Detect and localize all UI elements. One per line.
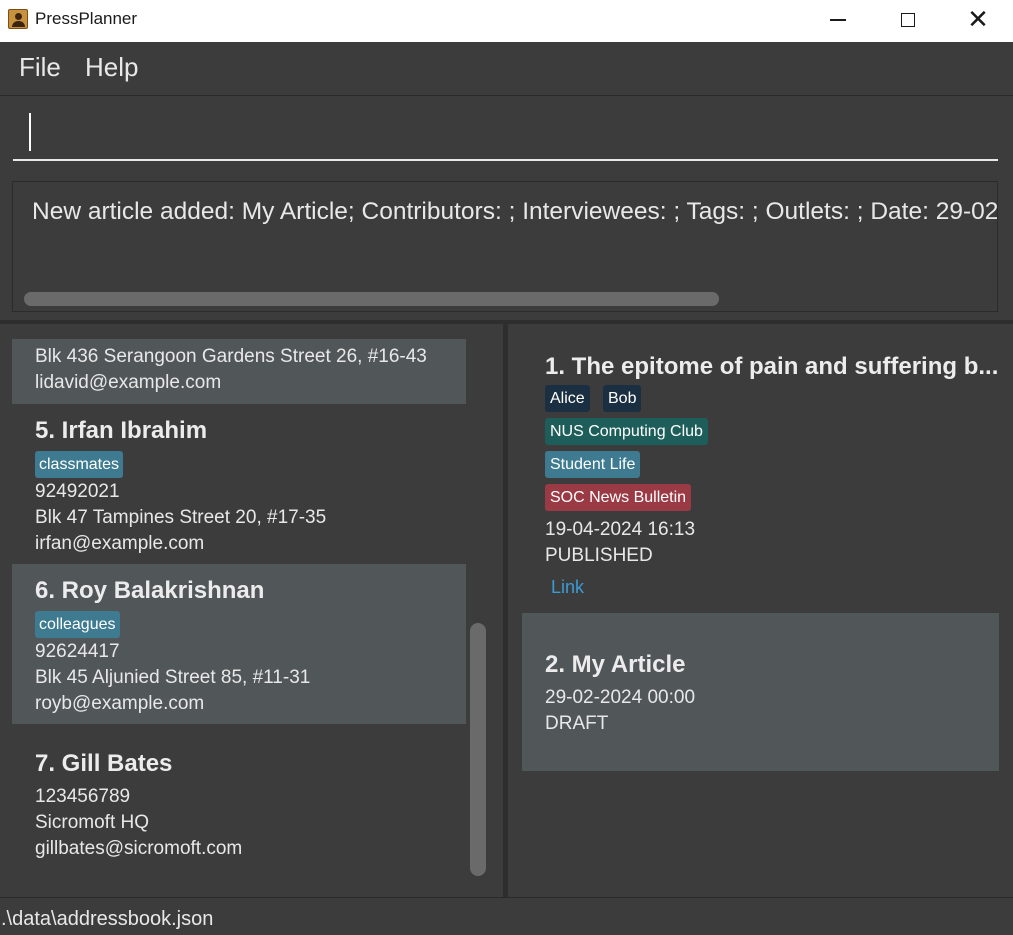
- maximize-button[interactable]: [873, 0, 943, 40]
- person-tag: classmates: [35, 451, 124, 478]
- minimize-button[interactable]: [803, 0, 873, 40]
- article-link[interactable]: Link: [551, 577, 584, 598]
- close-button[interactable]: ✕: [943, 0, 1013, 40]
- menu-file[interactable]: File: [19, 52, 61, 83]
- command-input[interactable]: [13, 103, 998, 161]
- article-status: DRAFT: [545, 713, 609, 734]
- person-email: lidavid@example.com: [35, 372, 222, 393]
- minimize-icon: [830, 19, 846, 21]
- horizontal-scrollbar[interactable]: [24, 292, 719, 306]
- contributor-chip: Alice: [545, 385, 590, 412]
- person-email: gillbates@sicromoft.com: [35, 838, 243, 859]
- person-phone: 123456789: [35, 786, 131, 807]
- interviewee-chip: NUS Computing Club: [545, 418, 708, 445]
- outlet-chip: SOC News Bulletin: [545, 484, 692, 511]
- person-email: royb@example.com: [35, 693, 205, 714]
- person-name: 5. Irfan Ibrahim: [35, 417, 208, 444]
- article-card[interactable]: 2. My Article 29-02-2024 00:00 DRAFT: [522, 613, 999, 771]
- article-title: 2. My Article: [545, 651, 686, 678]
- person-address: Blk 47 Tampines Street 20, #17-35: [35, 507, 327, 528]
- result-display[interactable]: New article added: My Article; Contribut…: [12, 181, 998, 312]
- person-address: Sicromoft HQ: [35, 812, 150, 833]
- article-date: 19-04-2024 16:13: [545, 519, 696, 540]
- maximize-icon: [901, 13, 915, 27]
- window-title: PressPlanner: [35, 9, 138, 28]
- article-list-panel: 1. The epitome of pain and suffering b..…: [508, 324, 1013, 897]
- person-address: Blk 436 Serangoon Gardens Street 26, #16…: [35, 346, 427, 367]
- status-file-path: .\data\addressbook.json: [1, 908, 214, 930]
- article-card[interactable]: 1. The epitome of pain and suffering b..…: [522, 339, 999, 613]
- vertical-scrollbar[interactable]: [470, 623, 486, 876]
- result-message: New article added: My Article; Contribut…: [32, 198, 998, 225]
- contributor-chip: Bob: [603, 385, 642, 412]
- person-address: Blk 45 Aljunied Street 85, #11-31: [35, 667, 311, 688]
- command-box: [0, 97, 1013, 177]
- person-email: irfan@example.com: [35, 533, 205, 554]
- person-card[interactable]: Blk 436 Serangoon Gardens Street 26, #16…: [12, 339, 466, 404]
- menu-help[interactable]: Help: [85, 52, 138, 83]
- text-caret: [29, 113, 31, 151]
- title-bar: PressPlanner ✕: [0, 0, 1013, 42]
- person-tag: colleagues: [35, 611, 120, 638]
- menu-bar: File Help: [0, 42, 1013, 96]
- person-list-panel: Blk 436 Serangoon Gardens Street 26, #16…: [0, 324, 503, 897]
- person-name: 6. Roy Balakrishnan: [35, 577, 265, 604]
- person-card[interactable]: 7. Gill Bates 123456789 Sicromoft HQ gil…: [12, 724, 466, 884]
- article-title: 1. The epitome of pain and suffering b..…: [545, 353, 999, 380]
- tag-chip: Student Life: [545, 451, 641, 478]
- person-card[interactable]: 5. Irfan Ibrahim classmates 92492021 Blk…: [12, 404, 466, 564]
- app-icon: [8, 9, 28, 29]
- article-status: PUBLISHED: [545, 545, 653, 566]
- article-date: 29-02-2024 00:00: [545, 687, 696, 708]
- person-card[interactable]: 6. Roy Balakrishnan colleagues 92624417 …: [12, 564, 466, 724]
- person-phone: 92492021: [35, 481, 120, 502]
- close-icon: ✕: [967, 5, 989, 35]
- person-name: 7. Gill Bates: [35, 750, 173, 777]
- status-bar: .\data\addressbook.json: [0, 897, 1013, 935]
- person-phone: 92624417: [35, 641, 120, 662]
